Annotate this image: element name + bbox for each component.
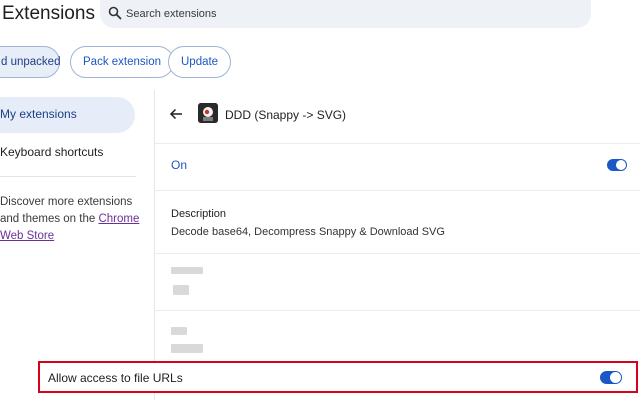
- file-access-toggle[interactable]: [600, 371, 622, 384]
- search-input[interactable]: [124, 4, 578, 24]
- sidebar-item-label[interactable]: My extensions: [0, 106, 77, 122]
- redacted-value: [173, 285, 189, 295]
- enabled-label: On: [171, 158, 188, 172]
- extension-name: DDD (Snappy -> SVG): [225, 108, 347, 122]
- extension-enabled-toggle[interactable]: [607, 159, 627, 171]
- sidebar: My extensions Keyboard shortcuts Discove…: [0, 90, 150, 400]
- file-access-row: Allow access to file URLs: [38, 361, 638, 393]
- row-divider: [155, 190, 640, 191]
- discover-text: Discover more extensions and themes on t…: [0, 194, 140, 245]
- sidebar-item-keyboard-shortcuts[interactable]: Keyboard shortcuts: [0, 144, 103, 160]
- row-divider: [155, 253, 640, 254]
- redacted-label: [171, 327, 187, 335]
- search-icon: [108, 6, 122, 20]
- sidebar-divider: [0, 176, 136, 177]
- arrow-back-icon[interactable]: [169, 107, 183, 121]
- extension-details: DDD (Snappy -> SVG) On Description Decod…: [154, 90, 640, 400]
- header: Extensions d unpacked Pack extension Upd…: [0, 0, 640, 90]
- description-text: Decode base64, Decompress Snappy & Downl…: [171, 226, 445, 238]
- description-title: Description: [171, 208, 227, 220]
- row-divider: [155, 143, 640, 144]
- search-bar[interactable]: [100, 0, 591, 28]
- row-divider: [155, 310, 640, 311]
- page-title: Extensions: [2, 3, 95, 24]
- pack-extension-button[interactable]: Pack extension: [70, 46, 174, 78]
- update-button[interactable]: Update: [168, 46, 232, 78]
- redacted-label: [171, 267, 203, 274]
- file-access-label: Allow access to file URLs: [48, 371, 183, 385]
- extension-icon: [198, 103, 218, 123]
- load-unpacked-button[interactable]: d unpacked: [0, 46, 60, 78]
- redacted-value: [171, 344, 203, 353]
